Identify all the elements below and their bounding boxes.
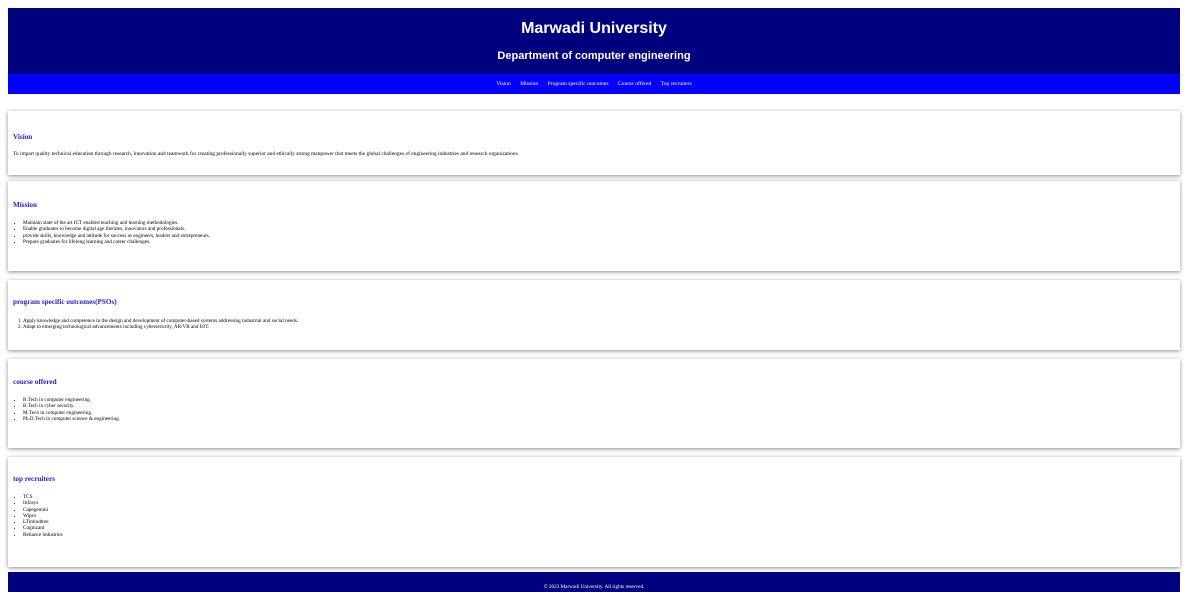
mission-section: Mission Maintain state of the art ICT en… bbox=[8, 181, 1180, 271]
vision-heading: Vision bbox=[13, 133, 33, 141]
vision-section: Vision To impart quality technical educa… bbox=[8, 111, 1180, 175]
list-item: Prepare graduates for lifelong learning … bbox=[23, 239, 210, 245]
courses-list: B.Tech in computer engineering. B.Tech i… bbox=[23, 397, 120, 422]
pso-heading: program specific outcomes(PSOs) bbox=[13, 298, 117, 306]
recruiters-heading: top recruiters bbox=[13, 475, 55, 483]
department-title: Department of computer engineering bbox=[497, 50, 691, 62]
mission-list: Maintain state of the art ICT enabled te… bbox=[23, 220, 210, 245]
list-item: Enable graduates to become digital age l… bbox=[23, 226, 210, 232]
list-item: Reliance industries bbox=[23, 532, 63, 538]
list-item: provide skills, knowledge and attitude f… bbox=[23, 233, 210, 239]
main-nav: Vision Mission Program specific outcomes… bbox=[8, 74, 1180, 94]
pso-section: program specific outcomes(PSOs) Apply kn… bbox=[8, 280, 1180, 350]
mission-heading: Mission bbox=[13, 201, 37, 209]
nav-link-program-specific-outcomes[interactable]: Program specific outcomes bbox=[548, 81, 609, 87]
list-item: Ph.D.Tech in computer science & engineer… bbox=[23, 416, 120, 422]
nav-link-vision[interactable]: Vision bbox=[496, 81, 511, 87]
site-footer: © 2023 Marwadi University. All rights re… bbox=[8, 572, 1180, 592]
recruiters-section: top recruiters TCS Infosys Capegemini Wi… bbox=[8, 457, 1180, 567]
recruiters-list: TCS Infosys Capegemini Wipro LTimindtree… bbox=[23, 494, 63, 538]
nav-link-mission[interactable]: Mission bbox=[520, 81, 538, 87]
page-frame: Marwadi University Department of compute… bbox=[8, 8, 1180, 592]
pso-list: Apply knowledge and competence in the de… bbox=[23, 318, 298, 331]
nav-link-top-recruiters[interactable]: Top recruiters bbox=[661, 81, 692, 87]
courses-heading: course offered bbox=[13, 378, 57, 386]
courses-section: course offered B.Tech in computer engine… bbox=[8, 359, 1180, 448]
vision-text: To impart quality technical education th… bbox=[13, 151, 520, 157]
university-title: Marwadi University bbox=[521, 20, 667, 37]
list-item: Adapt to emerging technological advancem… bbox=[23, 324, 298, 330]
footer-copyright: © 2023 Marwadi University. All rights re… bbox=[543, 584, 645, 590]
site-header: Marwadi University Department of compute… bbox=[8, 8, 1180, 74]
nav-link-course-offered[interactable]: Course offered bbox=[618, 81, 651, 87]
